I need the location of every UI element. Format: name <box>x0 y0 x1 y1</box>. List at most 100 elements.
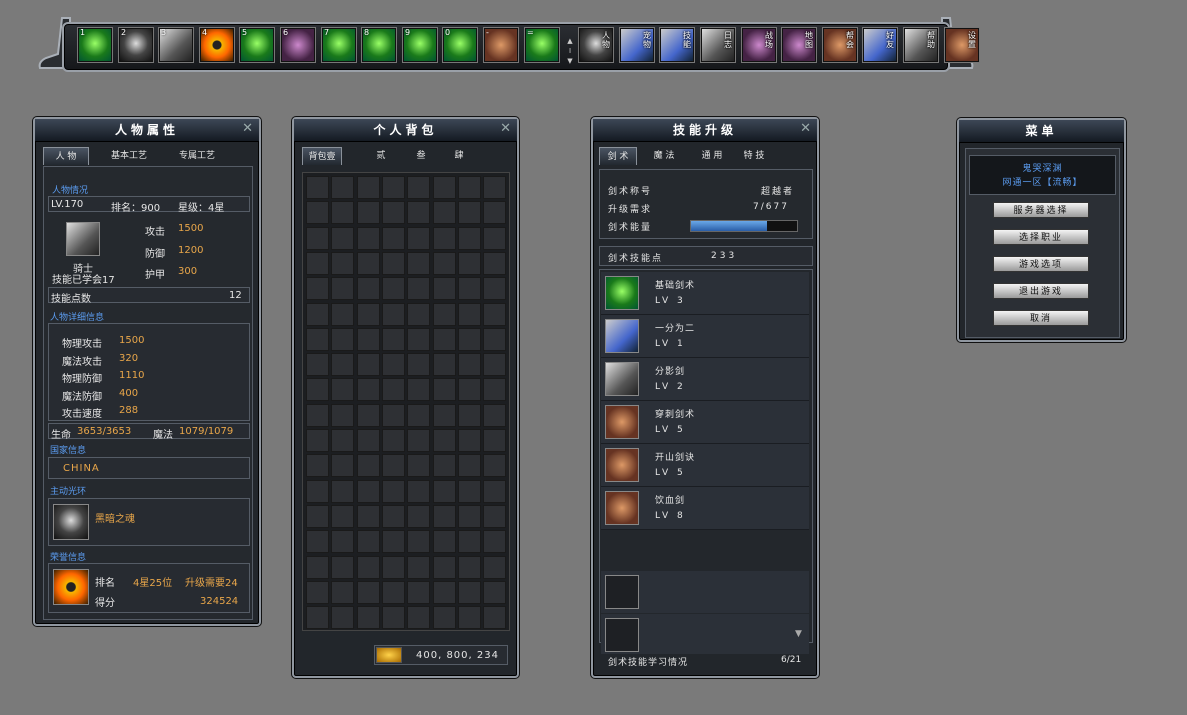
hotbar-slot[interactable]: 6 <box>281 28 315 62</box>
bag-slot[interactable] <box>356 277 380 301</box>
bag-slot[interactable] <box>407 327 431 351</box>
bag-slot[interactable] <box>407 454 431 478</box>
bag-slot[interactable] <box>457 479 481 503</box>
bag-slot[interactable] <box>483 176 507 199</box>
bag-slot[interactable] <box>432 201 456 225</box>
bag-slot[interactable] <box>331 580 355 604</box>
bag-slot[interactable] <box>306 353 329 377</box>
bag-slot[interactable] <box>306 504 329 528</box>
bag-slot[interactable] <box>407 176 431 199</box>
tab-bag-3[interactable]: 叁 <box>406 147 436 165</box>
bag-slot[interactable] <box>457 580 481 604</box>
bag-slot[interactable] <box>432 504 456 528</box>
hotbar-slot[interactable]: 战场 <box>742 28 776 62</box>
hotbar-slot[interactable]: = <box>525 28 559 62</box>
bag-slot[interactable] <box>356 479 380 503</box>
bag-slot[interactable] <box>331 327 355 351</box>
bag-slot[interactable] <box>457 403 481 427</box>
bag-slot[interactable] <box>457 226 481 250</box>
skill-row[interactable]: 穿刺剑术 LV 5 <box>601 401 809 444</box>
bag-slot[interactable] <box>483 302 507 326</box>
empty-skill-slot[interactable] <box>605 575 639 609</box>
bag-slot[interactable] <box>432 555 456 579</box>
server-select-button[interactable]: 服务器选择 <box>993 202 1089 218</box>
bag-slot[interactable] <box>432 226 456 250</box>
bag-slot[interactable] <box>356 454 380 478</box>
bag-slot[interactable] <box>331 201 355 225</box>
bag-slot[interactable] <box>381 429 405 452</box>
bag-slot[interactable] <box>483 454 507 478</box>
bag-slot[interactable] <box>457 555 481 579</box>
tab-sword[interactable]: 剑 术 <box>599 147 637 165</box>
bag-slot[interactable] <box>432 251 456 275</box>
select-class-button[interactable]: 选择职业 <box>993 229 1089 245</box>
bag-slot[interactable] <box>331 378 355 402</box>
bag-slot[interactable] <box>331 504 355 528</box>
bag-slot[interactable] <box>356 353 380 377</box>
bag-slot[interactable] <box>483 606 507 630</box>
bag-slot[interactable] <box>432 176 456 199</box>
bag-slot[interactable] <box>331 429 355 452</box>
bag-slot[interactable] <box>356 327 380 351</box>
bag-slot[interactable] <box>356 429 380 452</box>
bag-slot[interactable] <box>483 353 507 377</box>
bag-slot[interactable] <box>407 479 431 503</box>
bag-slot[interactable] <box>306 251 329 275</box>
hotbar-slot[interactable]: 4 <box>200 28 234 62</box>
bag-slot[interactable] <box>331 226 355 250</box>
skill-row[interactable]: 一分为二 LV 1 <box>601 315 809 358</box>
bag-slot[interactable] <box>356 226 380 250</box>
hotbar-page-arrows[interactable]: ▲ I ▼ <box>566 36 574 70</box>
bag-slot[interactable] <box>432 479 456 503</box>
hotbar-slot[interactable]: 设置 <box>945 28 979 62</box>
skill-icon[interactable] <box>605 362 639 396</box>
bag-slot[interactable] <box>331 606 355 630</box>
cancel-button[interactable]: 取消 <box>993 310 1089 326</box>
hotbar-slot[interactable]: 8 <box>362 28 396 62</box>
bag-slot[interactable] <box>381 530 405 554</box>
bag-slot[interactable] <box>457 327 481 351</box>
bag-slot[interactable] <box>306 606 329 630</box>
bag-slot[interactable] <box>432 580 456 604</box>
tab-bag-1[interactable]: 背包壹 <box>302 147 342 165</box>
tab-general[interactable]: 通 用 <box>695 147 729 165</box>
bag-slot[interactable] <box>457 277 481 301</box>
hotbar-slot[interactable]: 5 <box>240 28 274 62</box>
bag-slot[interactable] <box>306 378 329 402</box>
bag-slot[interactable] <box>356 403 380 427</box>
bag-slot[interactable] <box>331 251 355 275</box>
bag-slot[interactable] <box>407 606 431 630</box>
bag-slot[interactable] <box>432 606 456 630</box>
bag-slot[interactable] <box>306 201 329 225</box>
tab-bag-4[interactable]: 肆 <box>444 147 474 165</box>
hotbar-slot[interactable]: 帮会 <box>823 28 857 62</box>
bag-slot[interactable] <box>432 429 456 452</box>
close-icon[interactable]: ✕ <box>800 122 811 136</box>
bag-slot[interactable] <box>483 429 507 452</box>
skill-row[interactable]: 开山剑诀 LV 5 <box>601 444 809 487</box>
bag-slot[interactable] <box>306 226 329 250</box>
bag-slot[interactable] <box>407 555 431 579</box>
bag-slot[interactable] <box>356 580 380 604</box>
hotbar-slot[interactable]: 帮助 <box>904 28 938 62</box>
bag-slot[interactable] <box>381 504 405 528</box>
tab-special-craft[interactable]: 专属工艺 <box>167 147 227 165</box>
bag-slot[interactable] <box>356 251 380 275</box>
bag-slot[interactable] <box>407 353 431 377</box>
bag-slot[interactable] <box>381 479 405 503</box>
skill-icon[interactable] <box>605 319 639 353</box>
bag-slot[interactable] <box>457 378 481 402</box>
bag-slot[interactable] <box>381 580 405 604</box>
skill-icon[interactable] <box>605 276 639 310</box>
bag-slot[interactable] <box>457 201 481 225</box>
bag-slot[interactable] <box>432 353 456 377</box>
hotbar-slot[interactable]: 0 <box>443 28 477 62</box>
bag-slot[interactable] <box>356 302 380 326</box>
game-options-button[interactable]: 游戏选项 <box>993 256 1089 272</box>
bag-slot[interactable] <box>331 403 355 427</box>
bag-slot[interactable] <box>356 176 380 199</box>
bag-slot[interactable] <box>432 530 456 554</box>
bag-slot[interactable] <box>331 353 355 377</box>
bag-slot[interactable] <box>306 454 329 478</box>
bag-slot[interactable] <box>381 327 405 351</box>
